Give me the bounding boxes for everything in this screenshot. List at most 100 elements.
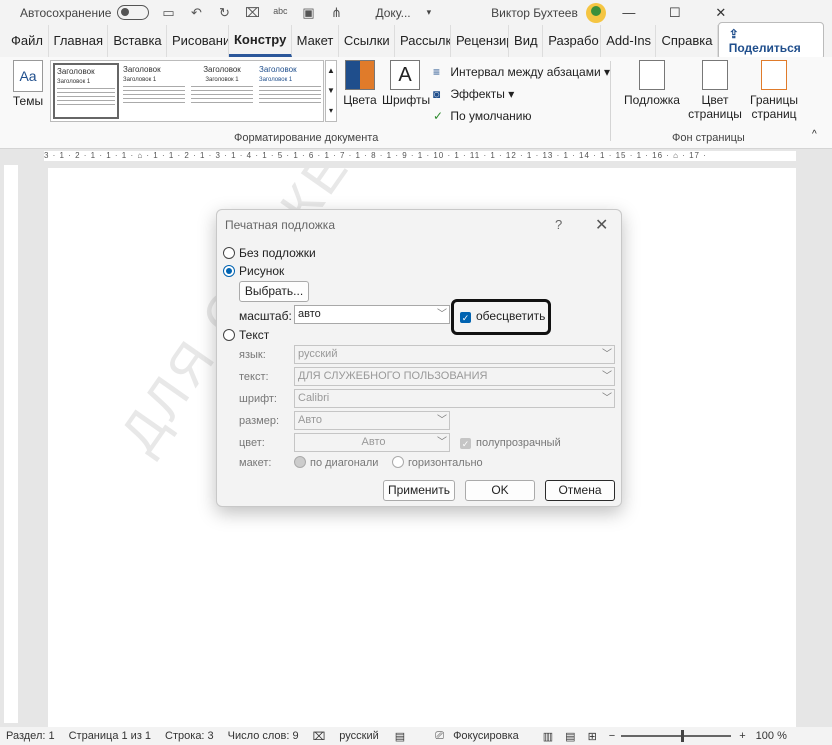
autosave-toggle[interactable] <box>117 5 150 20</box>
effects-button[interactable]: ◙ Эффекты ▾ <box>433 83 610 105</box>
help-icon[interactable]: ? <box>555 217 562 232</box>
undo-icon[interactable]: ↶ <box>187 5 205 21</box>
themes-button[interactable]: Aa Темы <box>10 60 46 108</box>
status-page[interactable]: Страница 1 из 1 <box>69 730 151 742</box>
style-set-lines <box>259 83 321 105</box>
picture-option[interactable]: Рисунок <box>223 264 284 278</box>
font-select[interactable]: Calibri ﹀ <box>294 389 615 408</box>
collapse-ribbon-icon[interactable]: ^ <box>812 129 817 140</box>
scale-value: авто <box>298 308 321 320</box>
radio-picture[interactable] <box>223 265 235 277</box>
document-name[interactable]: Доку... <box>375 6 410 20</box>
tab-insert[interactable]: Вставка <box>108 25 167 57</box>
apply-button[interactable]: Применить <box>383 480 455 501</box>
zoom-in-icon[interactable]: + <box>739 730 745 742</box>
color-select[interactable]: Авто ﹀ <box>294 433 450 452</box>
tab-help[interactable]: Справка <box>656 25 718 57</box>
chevron-down-icon[interactable]: ▼ <box>326 81 336 101</box>
page-color-button[interactable]: Цвет страницы <box>686 60 744 121</box>
save-icon[interactable]: ▭ <box>159 5 177 21</box>
checkbox-check-icon[interactable]: ✓ <box>460 438 471 449</box>
colors-button[interactable]: Цвета <box>343 60 377 107</box>
page-borders-button[interactable]: Границы страниц <box>748 60 800 121</box>
close-icon[interactable]: ✕ <box>698 5 744 21</box>
zoom-out-icon[interactable]: − <box>609 730 615 742</box>
zoom-level[interactable]: 100 % <box>756 730 787 742</box>
horizontal-option[interactable]: горизонтально <box>392 456 483 469</box>
layout-label: макет: <box>239 457 272 469</box>
horizontal-ruler[interactable]: 3 · 1 · 2 · 1 · 1 · 1 · ⌂ · 1 · 1 · 2 · … <box>0 149 832 163</box>
tab-mailings[interactable]: Рассылк <box>395 25 452 57</box>
radio-text[interactable] <box>223 329 235 341</box>
language-select[interactable]: русский ﹀ <box>294 345 615 364</box>
chevron-up-icon[interactable]: ▲ <box>326 61 336 81</box>
read-mode-icon[interactable]: ▥ <box>543 730 553 743</box>
tab-file[interactable]: Файл <box>6 25 49 57</box>
paragraph-spacing-button[interactable]: ≡ Интервал между абзацами ▾ <box>433 61 610 83</box>
text-select[interactable]: ДЛЯ СЛУЖЕБНОГО ПОЛЬЗОВАНИЯ ﹀ <box>294 367 615 386</box>
zoom-slider[interactable] <box>621 730 732 742</box>
size-select[interactable]: Авто ﹀ <box>294 411 450 430</box>
redo-icon[interactable]: ↻ <box>215 5 233 21</box>
close-icon[interactable]: ✕ <box>595 215 608 235</box>
print-layout-icon[interactable]: ▤ <box>565 730 575 743</box>
page-borders-icon <box>761 60 787 90</box>
gallery-more-icon[interactable]: ▾ <box>326 101 336 121</box>
share-button[interactable]: ⇪ Поделиться <box>717 22 824 60</box>
status-line[interactable]: Строка: 3 <box>165 730 214 742</box>
style-set-item[interactable]: Заголовок Заголовок 1 <box>257 63 323 119</box>
user-name[interactable]: Виктор Бухтеев <box>491 6 578 20</box>
language-value: русский <box>298 348 338 360</box>
radio-diagonal[interactable] <box>294 456 306 468</box>
web-layout-icon[interactable]: ⊞ <box>588 730 597 743</box>
select-picture-button[interactable]: Выбрать... <box>239 281 309 302</box>
tab-layout[interactable]: Макет <box>292 25 339 57</box>
style-set-lines <box>191 83 253 105</box>
status-section[interactable]: Раздел: 1 <box>6 730 55 742</box>
ok-button[interactable]: OK <box>465 480 535 501</box>
tab-view[interactable]: Вид <box>509 25 544 57</box>
proofing-icon[interactable]: ⌧ <box>313 730 326 743</box>
minimize-icon[interactable]: — <box>606 5 652 20</box>
effects-label: Эффекты <box>450 87 505 101</box>
tab-home[interactable]: Главная <box>49 25 109 57</box>
share-icon: ⇪ <box>728 27 739 41</box>
tab-draw[interactable]: Рисовани <box>167 25 229 57</box>
format-painter-icon[interactable]: ⌧ <box>243 5 261 21</box>
tab-addins[interactable]: Add-Ins <box>601 25 657 57</box>
watermark-button[interactable]: Подложка <box>622 60 682 107</box>
status-words[interactable]: Число слов: 9 <box>228 730 299 742</box>
tab-review[interactable]: Рецензир <box>451 25 510 57</box>
radio-horizontal[interactable] <box>392 456 404 468</box>
tab-design[interactable]: Констру <box>228 25 292 57</box>
text-option[interactable]: Текст <box>223 328 269 342</box>
vertical-ruler[interactable] <box>4 165 18 723</box>
gallery-scroll[interactable]: ▲ ▼ ▾ <box>325 60 337 122</box>
tab-references[interactable]: Ссылки <box>339 25 396 57</box>
accessibility-icon[interactable]: ▤ <box>395 730 405 743</box>
chevron-down-icon[interactable]: ▾ <box>427 7 432 18</box>
no-watermark-option[interactable]: Без подложки <box>223 246 316 260</box>
diagonal-option[interactable]: по диагонали <box>294 456 378 469</box>
status-language[interactable]: русский <box>339 730 378 742</box>
watermark-label: Подложка <box>624 93 680 107</box>
language-label: язык: <box>239 349 266 361</box>
tab-developer[interactable]: Разрабо <box>543 25 602 57</box>
maximize-icon[interactable]: ☐ <box>652 5 698 21</box>
style-set-item[interactable]: Заголовок Заголовок 1 <box>189 63 255 119</box>
screen-icon[interactable]: ▣ <box>299 5 317 21</box>
radio-no-watermark[interactable] <box>223 247 235 259</box>
style-set-item[interactable]: Заголовок Заголовок 1 <box>121 63 187 119</box>
cancel-button[interactable]: Отмена <box>545 480 615 501</box>
scale-select[interactable]: авто ﹀ <box>294 305 450 324</box>
tree-icon[interactable]: ⋔ <box>327 5 345 21</box>
semitransparent-checkbox[interactable]: ✓ полупрозрачный <box>460 437 561 449</box>
fonts-button[interactable]: A Шрифты <box>382 60 430 107</box>
fonts-icon: A <box>390 60 420 90</box>
spelling-icon[interactable]: ᵃᵇᶜ <box>271 5 289 21</box>
style-set-item[interactable]: Заголовок Заголовок 1 <box>53 63 119 119</box>
set-default-button[interactable]: ✓ По умолчанию <box>433 105 610 127</box>
style-set-lines <box>57 85 115 107</box>
avatar[interactable] <box>585 2 606 23</box>
focus-button[interactable]: ⎚ Фокусировка <box>429 730 519 743</box>
